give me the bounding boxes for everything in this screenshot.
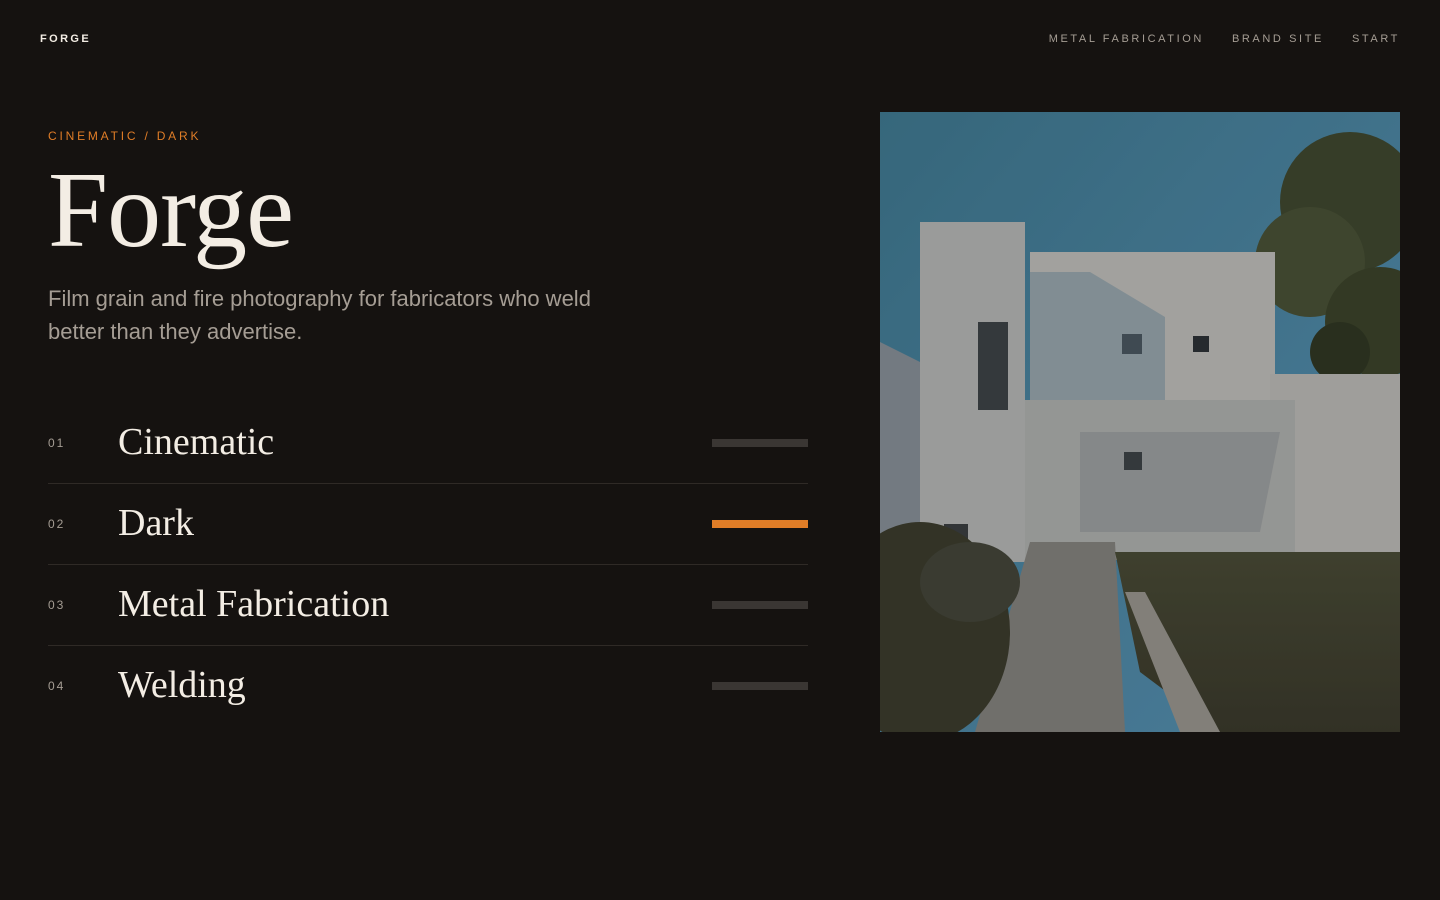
- photo-white-house: [880, 112, 1400, 732]
- list-item-label: Metal Fabrication: [118, 583, 390, 625]
- list-item-dark[interactable]: 02 Dark: [48, 484, 808, 565]
- hero-description: Film grain and fire photography for fabr…: [48, 286, 591, 344]
- list-item-label: Cinematic: [118, 421, 275, 463]
- page: FORGE METAL FABRICATION BRAND SITE START…: [0, 0, 1440, 900]
- nav-link-start[interactable]: START: [1352, 33, 1400, 45]
- list-item-metal-fabrication[interactable]: 03 Metal Fabrication: [48, 565, 808, 646]
- hero-photo: [880, 112, 1400, 732]
- category-list: 01 Cinematic 02 Dark 03 Metal Fabricatio…: [48, 403, 808, 727]
- list-item-number: 02: [48, 517, 66, 531]
- list-item-label: Dark: [118, 502, 194, 544]
- list-item-indicator: [712, 601, 808, 609]
- top-nav: METAL FABRICATION BRAND SITE START: [1049, 33, 1400, 45]
- eyebrow-tagline: CINEMATIC / DARK: [48, 129, 202, 143]
- list-item-indicator-active: [712, 520, 808, 528]
- list-item-number: 04: [48, 679, 66, 693]
- list-item-number: 01: [48, 436, 66, 450]
- page-title: Forge: [48, 151, 294, 270]
- logo[interactable]: FORGE: [40, 33, 91, 45]
- nav-link-brand-site[interactable]: BRAND SITE: [1232, 33, 1324, 45]
- list-item-indicator: [712, 439, 808, 447]
- list-item-number: 03: [48, 598, 66, 612]
- list-item-welding[interactable]: 04 Welding: [48, 646, 808, 727]
- nav-link-metal-fabrication[interactable]: METAL FABRICATION: [1049, 33, 1204, 45]
- list-item-label: Welding: [118, 664, 246, 706]
- list-item-indicator: [712, 682, 808, 690]
- list-item-cinematic[interactable]: 01 Cinematic: [48, 403, 808, 484]
